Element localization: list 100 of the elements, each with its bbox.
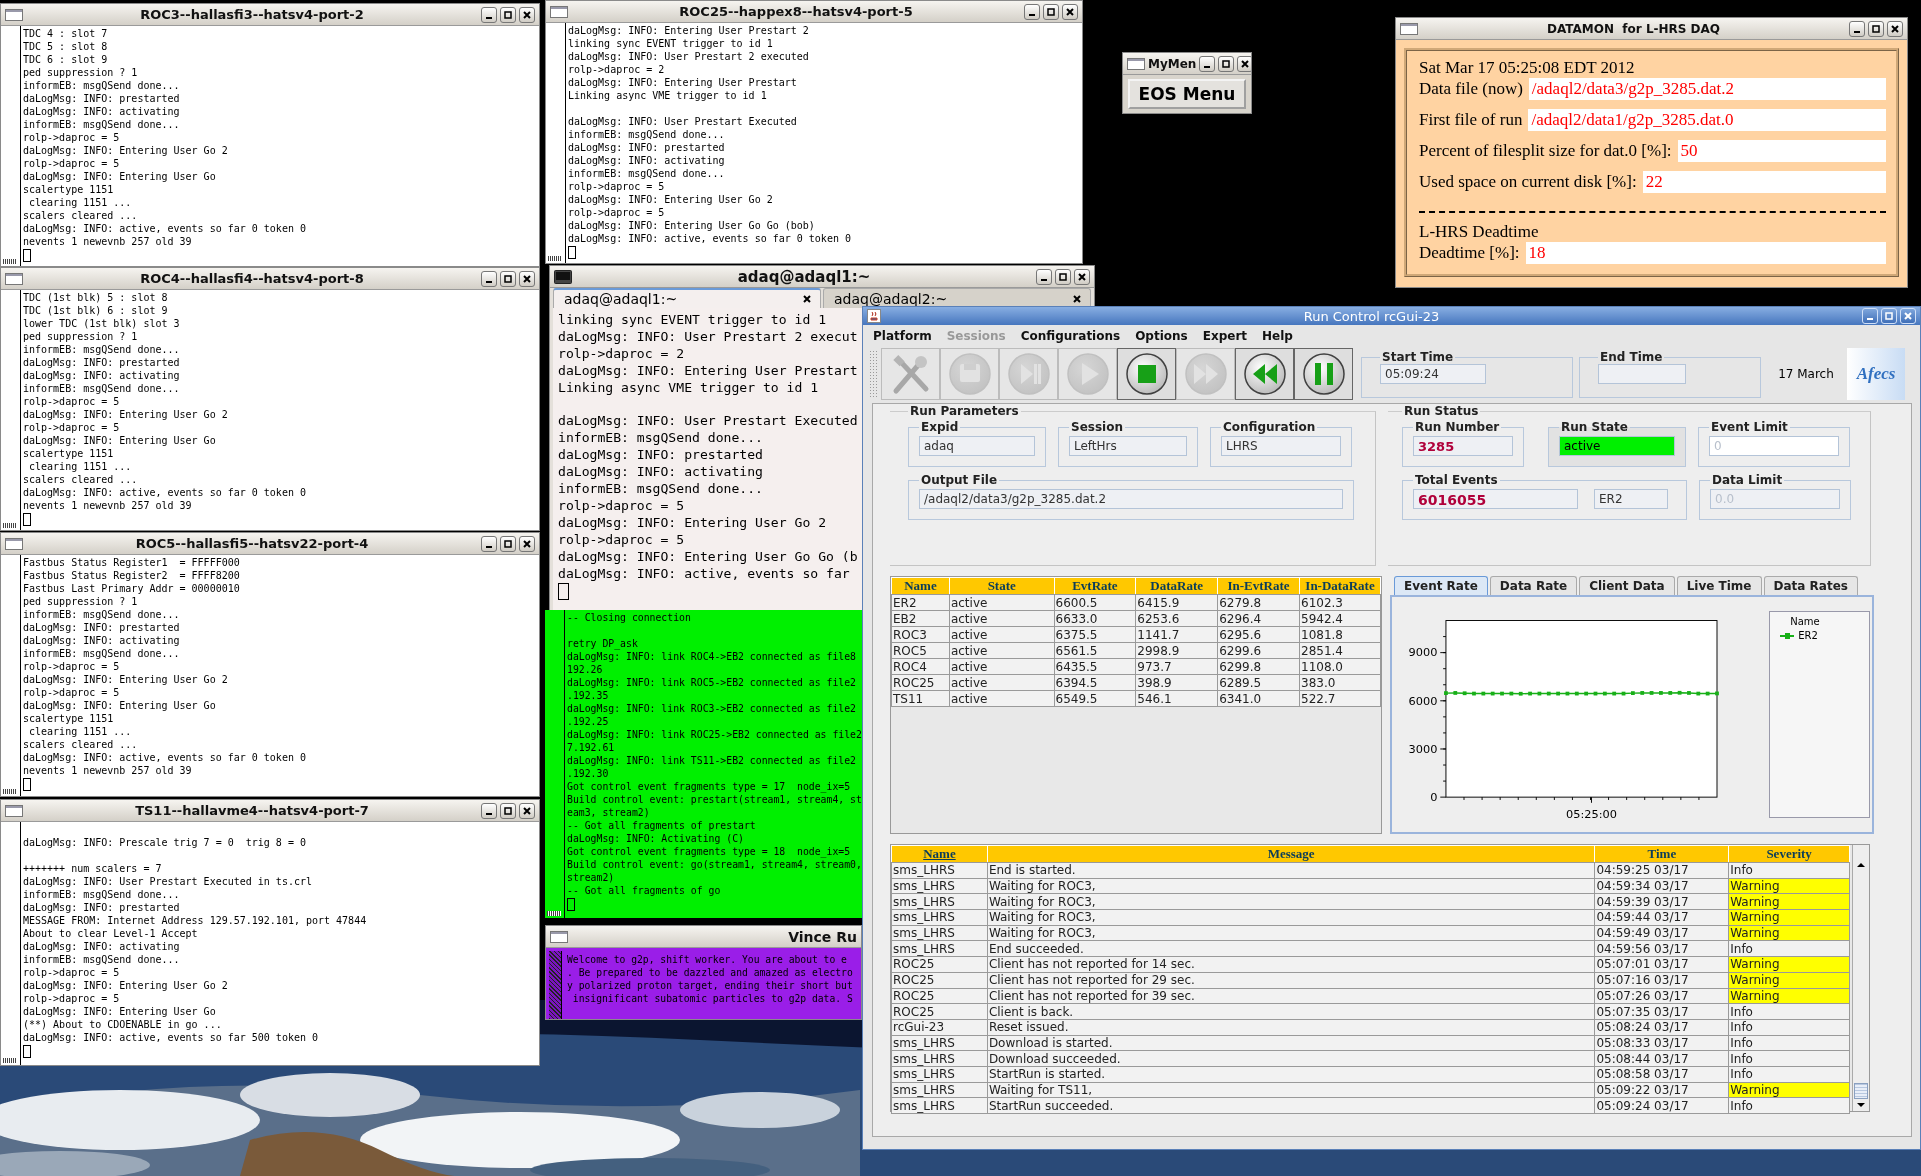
stop-button[interactable]	[1117, 348, 1176, 400]
chart-tab[interactable]: Live Time	[1676, 576, 1762, 595]
maximize-icon	[1221, 58, 1232, 69]
maximize-icon	[1871, 23, 1881, 34]
column-header[interactable]: Name	[891, 845, 988, 863]
chart-tab[interactable]: Data Rates	[1763, 576, 1858, 595]
maximize-button[interactable]	[500, 802, 516, 819]
text-field[interactable]: 6016055	[1413, 489, 1578, 509]
close-button[interactable]	[1062, 3, 1078, 20]
scrollbar[interactable]	[1852, 845, 1869, 1111]
close-button[interactable]	[519, 535, 535, 552]
close-icon[interactable]	[802, 294, 812, 304]
column-header[interactable]: In-EvtRate	[1217, 577, 1300, 595]
resize-grip[interactable]	[3, 1058, 17, 1063]
text-field[interactable]: LeftHrs	[1069, 436, 1187, 456]
menu-item[interactable]: Platform	[873, 329, 932, 343]
text-field[interactable]	[1598, 364, 1686, 384]
maximize-button[interactable]	[500, 270, 516, 287]
terminal-tab[interactable]: adaq@adaql1:~	[553, 288, 821, 308]
close-icon	[1240, 58, 1251, 69]
text-field[interactable]: adaq	[919, 436, 1035, 456]
maximize-button[interactable]	[1218, 55, 1235, 72]
column-header[interactable]: Message	[987, 845, 1595, 863]
maximize-button[interactable]	[1043, 3, 1059, 20]
terminal-line: lower TDC (1st blk) slot 3	[23, 317, 180, 330]
close-button[interactable]	[519, 6, 535, 23]
text-field[interactable]: ER2	[1594, 489, 1668, 509]
close-button[interactable]	[519, 270, 535, 287]
window-title: TS11--hallavme4--hatsv4-port-7	[134, 803, 370, 818]
column-header[interactable]: In-DataRate	[1299, 577, 1381, 595]
terminal-line: daLogMsg: INFO: Entering User Go 2	[23, 979, 228, 992]
text-cursor	[23, 778, 31, 791]
rewind-icon	[1242, 352, 1287, 396]
minimize-button[interactable]	[481, 535, 497, 552]
maximize-button[interactable]	[500, 6, 516, 23]
chart-tab[interactable]: Event Rate	[1394, 576, 1488, 595]
minimize-button[interactable]	[1849, 20, 1865, 37]
text-field[interactable]: 05:09:24	[1380, 364, 1486, 384]
scroll-up-icon[interactable]	[1855, 861, 1867, 869]
chart-tab[interactable]: Client Data	[1579, 576, 1675, 595]
column-header[interactable]: Name	[891, 577, 950, 595]
maximize-button[interactable]	[1868, 20, 1884, 37]
close-button[interactable]	[1074, 268, 1090, 285]
window-menu-icon[interactable]	[5, 537, 23, 550]
scroll-down-icon[interactable]	[1855, 1101, 1867, 1109]
column-header[interactable]: State	[949, 577, 1054, 595]
close-button[interactable]	[519, 802, 535, 819]
rewind-button[interactable]	[1235, 348, 1294, 400]
maximize-button[interactable]	[1055, 268, 1071, 285]
text-field[interactable]: active	[1559, 436, 1675, 456]
chart-tab[interactable]: Data Rate	[1489, 576, 1578, 595]
text-field[interactable]: 3285	[1413, 436, 1513, 456]
window-menu-icon[interactable]	[550, 5, 568, 18]
menu-item[interactable]: Expert	[1202, 329, 1248, 343]
pause-button[interactable]	[1294, 348, 1353, 400]
menu-button[interactable]: EOS Menu	[1128, 79, 1246, 109]
menu-item[interactable]: Help	[1262, 329, 1293, 343]
window-title: adaq@adaql1:~	[736, 267, 872, 286]
minimize-button[interactable]	[1199, 55, 1216, 72]
message-line: y polarized proton target, ending their short but	[567, 979, 853, 992]
menu-item[interactable]: Options	[1135, 329, 1188, 343]
data-point	[1687, 691, 1691, 695]
column-header[interactable]: Time	[1594, 845, 1729, 863]
window-menu-icon[interactable]	[5, 804, 23, 817]
close-button[interactable]	[1237, 55, 1251, 72]
window-menu-icon[interactable]	[550, 930, 568, 943]
column-header[interactable]: EvtRate	[1054, 577, 1136, 595]
minimize-button[interactable]	[481, 802, 497, 819]
resize-grip[interactable]	[3, 259, 17, 264]
minimize-icon	[486, 545, 492, 548]
window-menu-icon[interactable]	[5, 272, 23, 285]
text-field[interactable]: LHRS	[1221, 436, 1341, 456]
resize-grip[interactable]	[547, 911, 561, 916]
scrollbar[interactable]	[549, 951, 562, 1019]
close-icon[interactable]	[1072, 293, 1082, 304]
data-point	[1444, 691, 1448, 695]
window-menu-icon[interactable]	[1127, 57, 1145, 70]
terminal-tab[interactable]: adaq@adaql2:~	[823, 288, 1091, 308]
data-point	[1574, 691, 1579, 696]
window-menu-icon[interactable]	[5, 8, 23, 21]
minimize-button[interactable]	[481, 270, 497, 287]
terminal-line: daLogMsg: INFO: activating	[23, 105, 180, 118]
maximize-button[interactable]	[500, 535, 516, 552]
minimize-button[interactable]	[481, 6, 497, 23]
column-header[interactable]: Severity	[1728, 845, 1850, 863]
text-field[interactable]: /adaql2/data3/g2p_3285.dat.2	[919, 489, 1343, 509]
resize-grip[interactable]	[3, 523, 17, 528]
resize-grip[interactable]	[548, 256, 562, 261]
scrollbar-thumb[interactable]	[1854, 1083, 1868, 1099]
data-point	[1453, 691, 1458, 695]
data-point	[1546, 691, 1551, 696]
close-button[interactable]	[1887, 20, 1903, 37]
terminal-line: Build control event: prestart(stream1, stream4, st	[567, 793, 862, 806]
minimize-button[interactable]	[1036, 268, 1052, 285]
minimize-button[interactable]	[1024, 3, 1040, 20]
terminal-line: +++++++ num scalers = 7	[23, 862, 162, 875]
resize-grip[interactable]	[3, 789, 17, 794]
menu-item[interactable]: Configurations	[1020, 329, 1121, 343]
column-header[interactable]: DataRate	[1135, 577, 1218, 595]
window-menu-icon[interactable]	[1400, 22, 1418, 35]
